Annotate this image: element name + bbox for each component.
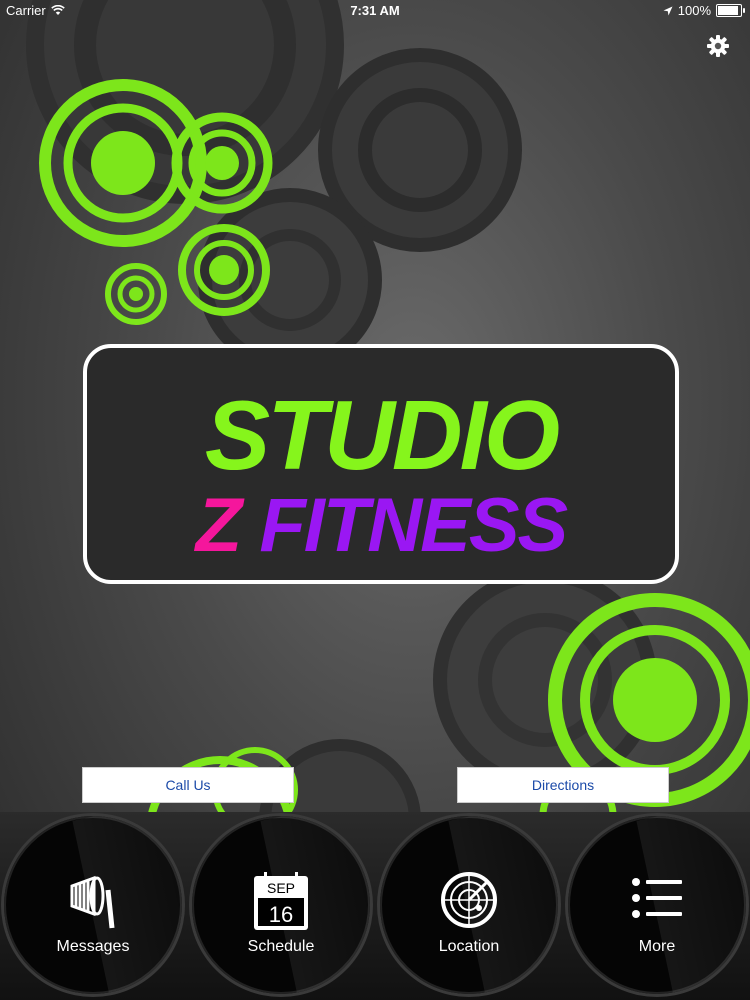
tab-schedule-label: Schedule — [247, 938, 315, 955]
tab-messages[interactable]: Messages — [4, 816, 182, 994]
tab-location-label: Location — [438, 938, 500, 955]
status-bar: Carrier 7:31 AM 100% — [0, 0, 750, 22]
logo-fitness-text: FITNESS — [259, 483, 568, 568]
logo-fitness-line: Z FITNESS — [87, 488, 675, 564]
battery-icon — [716, 4, 745, 17]
calendar-month: SEP — [267, 880, 295, 896]
clock: 7:31 AM — [350, 3, 400, 18]
call-us-button[interactable]: Call Us — [82, 767, 294, 803]
tab-location[interactable]: Location — [380, 816, 558, 994]
logo-studio-text: STUDIO — [204, 380, 560, 490]
directions-button[interactable]: Directions — [457, 767, 669, 803]
tab-more-label: More — [638, 938, 676, 955]
battery-level — [718, 6, 738, 15]
gear-icon[interactable] — [706, 34, 730, 58]
battery-status: 100% — [663, 3, 745, 18]
tab-bar: Messages SEP 16 Schedule Location More — [0, 812, 750, 1000]
location-arrow-icon — [663, 6, 673, 15]
tab-more[interactable]: More — [568, 816, 746, 994]
battery-percent: 100% — [677, 3, 711, 18]
logo-z-text: Z — [195, 483, 242, 568]
radar-icon — [441, 872, 497, 928]
calendar-day: 16 — [269, 902, 293, 927]
studio-logo: STUDIO Z FITNESS — [83, 344, 679, 584]
megaphone-icon — [70, 875, 115, 929]
list-icon — [632, 878, 682, 918]
calendar-icon: SEP 16 — [254, 872, 308, 930]
tab-schedule[interactable]: SEP 16 Schedule — [192, 816, 370, 994]
tab-messages-label: Messages — [56, 938, 130, 955]
